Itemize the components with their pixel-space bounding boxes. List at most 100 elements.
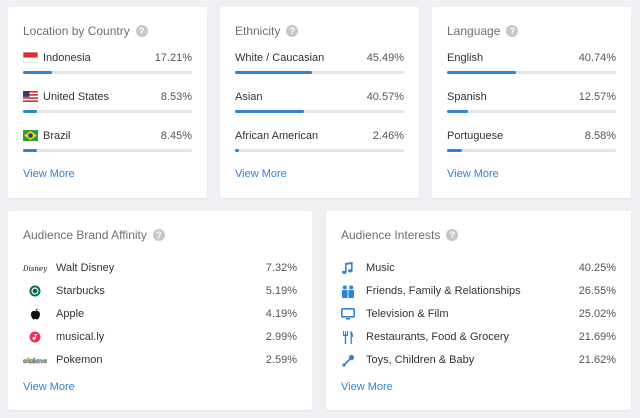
ethnicity-name: White / Caucasian [235, 52, 325, 64]
help-icon[interactable]: ? [286, 25, 299, 37]
interest-name: Friends, Family & Relationships [366, 285, 521, 297]
progress-track [235, 110, 404, 113]
interest-percent: 40.25% [578, 262, 616, 274]
brand-name: Apple [56, 308, 85, 320]
language-name: Spanish [447, 91, 487, 103]
country-card: Location by Country ? Indonesia 17.21% U… [8, 7, 207, 198]
brand-percent: 4.19% [265, 308, 297, 320]
brand-row: Starbucks 5.19% [23, 284, 297, 300]
brand-row: Pokémon Pokemon 2.59% [23, 353, 297, 369]
progress-fill [447, 110, 469, 113]
interest-name: Music [366, 262, 395, 274]
progress-fill [235, 110, 304, 113]
brand-name: Walt Disney [56, 262, 115, 274]
country-percent: 8.53% [160, 91, 192, 103]
ethnicity-row: African American 2.46% [235, 129, 404, 152]
apple-logo-icon [23, 307, 47, 321]
country-row: Brazil 8.45% [23, 129, 192, 152]
language-name: English [447, 52, 484, 64]
interest-row: Music 40.25% [341, 261, 616, 277]
country-row: United States 8.53% [23, 90, 192, 113]
progress-fill [23, 71, 53, 74]
interest-name: Toys, Children & Baby [366, 354, 475, 366]
help-icon[interactable]: ? [506, 25, 519, 37]
view-more-link[interactable]: View More [447, 168, 499, 180]
ethnicity-percent: 45.49% [366, 52, 404, 64]
brand-affinity-card: Audience Brand Affinity ? Disney Walt Di… [8, 211, 312, 410]
interest-percent: 25.02% [578, 308, 616, 320]
brand-row: Disney Walt Disney 7.32% [23, 261, 297, 277]
card-title: Audience Interests ? [341, 228, 459, 242]
interest-row: Toys, Children & Baby 21.62% [341, 353, 616, 369]
view-more-link[interactable]: View More [341, 381, 393, 393]
toy-icon [341, 353, 355, 367]
brand-name: Pokemon [56, 354, 103, 366]
brand-name: Starbucks [56, 285, 105, 297]
progress-fill [447, 149, 462, 152]
progress-fill [235, 71, 312, 74]
ethnicity-row: Asian 40.57% [235, 90, 404, 113]
brand-affinity-title: Audience Brand Affinity [23, 228, 147, 242]
ethnicity-row: White / Caucasian 45.49% [235, 51, 404, 74]
brand-row: Apple 4.19% [23, 307, 297, 323]
progress-track [447, 149, 616, 152]
country-row: Indonesia 17.21% [23, 51, 192, 74]
progress-track [23, 110, 192, 113]
country-name: Brazil [43, 130, 71, 142]
brand-name: musical.ly [56, 331, 105, 343]
view-more-link[interactable]: View More [23, 381, 75, 393]
brand-percent: 5.19% [265, 285, 297, 297]
people-icon [341, 284, 355, 298]
progress-fill [235, 149, 240, 152]
card-title: Language ? [447, 24, 519, 38]
brand-percent: 2.99% [265, 331, 297, 343]
brand-percent: 7.32% [265, 262, 297, 274]
country-percent: 8.45% [160, 130, 192, 142]
language-percent: 12.57% [578, 91, 616, 103]
us-flag-icon [23, 91, 38, 102]
interests-title: Audience Interests [341, 228, 441, 242]
disney-logo-icon: Disney [23, 261, 47, 275]
indonesia-flag-icon [23, 52, 38, 63]
pokemon-logo-icon: Pokémon [23, 353, 47, 367]
country-percent: 17.21% [154, 52, 192, 64]
language-row: Spanish 12.57% [447, 90, 616, 113]
progress-fill [447, 71, 516, 74]
interest-percent: 21.62% [578, 354, 616, 366]
progress-track [235, 71, 404, 74]
help-icon[interactable]: ? [152, 229, 165, 241]
country-name: United States [43, 91, 110, 103]
language-percent: 8.58% [584, 130, 616, 142]
brand-percent: 2.59% [265, 354, 297, 366]
language-name: Portuguese [447, 130, 504, 142]
progress-fill [23, 149, 38, 152]
help-icon[interactable]: ? [446, 229, 459, 241]
progress-track [447, 71, 616, 74]
tv-icon [341, 307, 355, 321]
ethnicity-percent: 2.46% [372, 130, 404, 142]
interest-name: Restaurants, Food & Grocery [366, 331, 510, 343]
starbucks-logo-icon [23, 284, 47, 298]
view-more-link[interactable]: View More [235, 168, 287, 180]
interests-card: Audience Interests ? Music 40.25% Friend… [326, 211, 631, 410]
language-percent: 40.74% [578, 52, 616, 64]
interest-name: Television & Film [366, 308, 449, 320]
ethnicity-name: African American [235, 130, 319, 142]
interest-row: Friends, Family & Relationships 26.55% [341, 284, 616, 300]
svg-text:Pokémon: Pokémon [23, 357, 47, 365]
language-row: English 40.74% [447, 51, 616, 74]
music-note-icon [341, 261, 355, 275]
view-more-link[interactable]: View More [23, 168, 75, 180]
language-row: Portuguese 8.58% [447, 129, 616, 152]
language-title: Language [447, 24, 501, 38]
progress-track [447, 110, 616, 113]
ethnicity-title: Ethnicity [235, 24, 281, 38]
help-icon[interactable]: ? [135, 25, 148, 37]
card-title: Location by Country ? [23, 24, 148, 38]
country-title: Location by Country [23, 24, 130, 38]
progress-fill [23, 110, 38, 113]
interest-row: Restaurants, Food & Grocery 21.69% [341, 330, 616, 346]
ethnicity-name: Asian [235, 91, 263, 103]
interest-percent: 26.55% [578, 285, 616, 297]
brand-row: musical.ly 2.99% [23, 330, 297, 346]
